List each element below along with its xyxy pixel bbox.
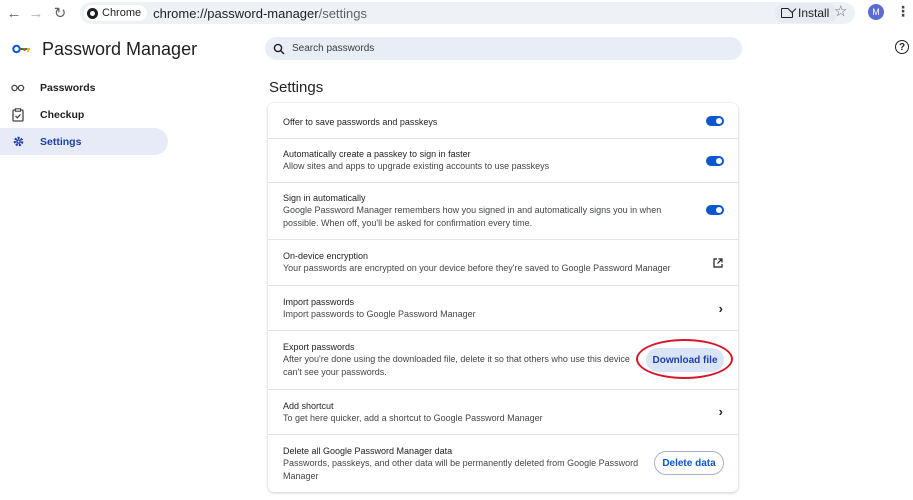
setting-description-line-2: Manager (283, 471, 319, 481)
search-icon (273, 43, 285, 54)
key-icon (11, 81, 25, 95)
back-arrow-icon[interactable]: ← (4, 3, 24, 23)
setting-row-auto-passkey: Automatically create a passkey to sign i… (268, 139, 738, 183)
setting-description-line-1: Passwords, passkeys, and other data will… (283, 458, 639, 468)
setting-description-line-2: can't see your passwords. (283, 367, 387, 377)
setting-title: On-device encryption (283, 251, 369, 261)
setting-title: Add shortcut (283, 401, 334, 411)
avatar[interactable]: M (868, 4, 884, 20)
sidebar-item-label: Settings (40, 135, 82, 148)
setting-row-offer-to-save: Offer to save passwords and passkeys (268, 103, 738, 139)
url-text[interactable]: chrome://password-manager/settings (153, 6, 367, 21)
sidebar-item-label: Checkup (40, 108, 85, 121)
setting-row-delete-all-data: Delete all Google Password Manager data … (268, 435, 738, 492)
install-app-icon (781, 8, 793, 18)
sidebar-item-label: Passwords (40, 81, 96, 94)
setting-row-on-device-encryption[interactable]: On-device encryption Your passwords are … (268, 240, 738, 286)
auto-passkey-toggle[interactable] (706, 156, 724, 166)
address-bar[interactable]: Chrome chrome://password-manager/setting… (80, 2, 855, 24)
setting-description: Allow sites and apps to upgrade existing… (283, 161, 550, 171)
offer-to-save-toggle[interactable] (706, 116, 724, 126)
site-chip-label: Chrome (102, 7, 142, 19)
setting-row-add-shortcut[interactable]: Add shortcut To get here quicker, add a … (268, 390, 738, 435)
setting-title: Export passwords (283, 342, 355, 352)
browser-toolbar: ← → ↻ Chrome chrome://password-manager/s… (0, 0, 913, 26)
chrome-logo-icon (87, 7, 98, 19)
reload-icon[interactable]: ↻ (50, 3, 70, 23)
url-host: chrome://password-manager (153, 5, 319, 21)
url-path: /settings (318, 5, 368, 21)
setting-description: To get here quicker, add a shortcut to G… (283, 413, 543, 423)
sign-in-automatically-toggle[interactable] (706, 205, 724, 215)
app-title: Password Manager (42, 39, 198, 59)
password-manager-logo-icon (12, 44, 30, 54)
delete-data-button[interactable]: Delete data (654, 451, 724, 475)
chevron-right-icon[interactable]: › (719, 404, 723, 419)
forward-arrow-icon[interactable]: → (26, 3, 46, 23)
setting-title: Delete all Google Password Manager data (283, 446, 453, 456)
sidebar-item-checkup[interactable]: Checkup (0, 101, 168, 128)
external-link-icon[interactable] (713, 258, 723, 268)
search-input[interactable]: Search passwords (265, 37, 742, 60)
sidebar-item-settings[interactable]: Settings (0, 128, 168, 155)
setting-description-line-2: possible. When off, you'll be asked for … (283, 218, 533, 228)
setting-title: Import passwords (283, 297, 355, 307)
setting-description: Import passwords to Google Password Mana… (283, 309, 476, 319)
highlight-annotation-ring (636, 339, 733, 379)
install-button[interactable]: Install (775, 3, 838, 23)
setting-title: Automatically create a passkey to sign i… (283, 149, 471, 159)
setting-description-line-1: After you're done using the downloaded f… (283, 354, 630, 364)
settings-card: Offer to save passwords and passkeys Aut… (268, 103, 738, 492)
install-label: Install (798, 6, 830, 20)
more-menu-icon[interactable]: ⋮ (896, 3, 910, 20)
setting-row-sign-in-automatically: Sign in automatically Google Password Ma… (268, 183, 738, 240)
clipboard-check-icon (11, 107, 25, 122)
setting-title: Sign in automatically (283, 193, 366, 203)
chevron-right-icon[interactable]: › (719, 301, 723, 316)
search-placeholder: Search passwords (292, 43, 375, 54)
gear-icon (11, 135, 25, 149)
setting-row-import-passwords[interactable]: Import passwords Import passwords to Goo… (268, 286, 738, 331)
help-icon[interactable]: ? (895, 40, 909, 54)
sidebar-item-passwords[interactable]: Passwords (0, 74, 168, 101)
site-chip[interactable]: Chrome (84, 5, 148, 21)
page-title: Settings (269, 79, 324, 96)
setting-description-line-1: Google Password Manager remembers how yo… (283, 205, 662, 215)
setting-title: Offer to save passwords and passkeys (283, 117, 438, 127)
setting-description: Your passwords are encrypted on your dev… (283, 263, 671, 273)
bookmark-star-icon[interactable]: ☆ (834, 2, 847, 20)
